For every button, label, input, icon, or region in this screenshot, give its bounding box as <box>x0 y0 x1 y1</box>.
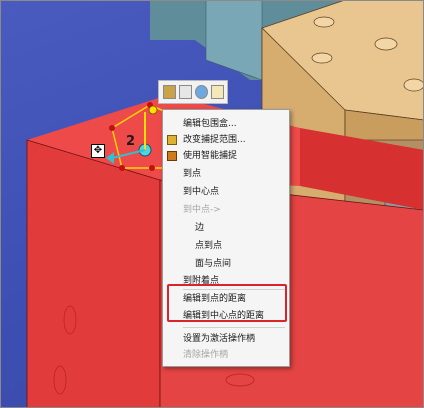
menu-item-face-and-point[interactable]: 面与点间 <box>163 256 289 272</box>
menu-item-clear-handle: 清除操作柄 <box>183 350 229 360</box>
smart-snap-icon <box>167 151 177 161</box>
gizmo-top-handle[interactable] <box>148 105 158 115</box>
menu-item-to-center-point[interactable]: 到中心点 <box>163 184 289 200</box>
tan-boss-1 <box>313 16 335 28</box>
tan-boss-3 <box>403 78 424 92</box>
gizmo-handle-point-3[interactable] <box>119 165 125 171</box>
gizmo-toolbar <box>158 80 228 104</box>
menu-item-change-snap-range[interactable]: 改变捕捉范围... <box>163 132 289 148</box>
globe-icon[interactable] <box>194 85 208 99</box>
red-block-front-face <box>26 139 161 408</box>
gizmo-dimension-label: 2 <box>126 134 136 149</box>
menu-item-to-point[interactable]: 到点 <box>163 166 289 182</box>
menu-item-edge[interactable]: 边 <box>163 220 289 236</box>
machine-frame-panel <box>205 0 263 81</box>
properties-icon[interactable] <box>178 85 192 99</box>
list-icon[interactable] <box>210 85 224 99</box>
menu-item-set-active-handle[interactable]: 设置为激活操作柄 <box>163 331 289 347</box>
move-handle-icon[interactable]: ✥ <box>91 144 105 158</box>
tan-boss-4 <box>311 52 333 64</box>
tan-boss-2 <box>374 37 398 51</box>
menu-item-smart-snap[interactable]: 使用智能捕捉 <box>163 148 289 164</box>
highlight-annotation-box <box>167 284 287 322</box>
snap-range-icon <box>167 135 177 145</box>
box-icon[interactable] <box>162 85 176 99</box>
gizmo-handle-point-4[interactable] <box>149 165 155 171</box>
context-menu: 编辑包围盒... 改变捕捉范围... 使用智能捕捉 到点 到中心点 到中点-> … <box>162 109 290 367</box>
menu-item-to-midpoint: 到中点-> <box>183 205 221 215</box>
3d-viewport[interactable]: 2 ✥ 编辑包围盒... 改变捕捉范围... 使用智能捕捉 到点 到中心点 到中… <box>0 0 424 408</box>
gizmo-handle-point-1[interactable] <box>109 125 115 131</box>
menu-separator <box>183 327 285 328</box>
menu-item-point-to-point[interactable]: 点到点 <box>163 238 289 254</box>
menu-item-edit-bounding-box[interactable]: 编辑包围盒... <box>163 116 289 132</box>
